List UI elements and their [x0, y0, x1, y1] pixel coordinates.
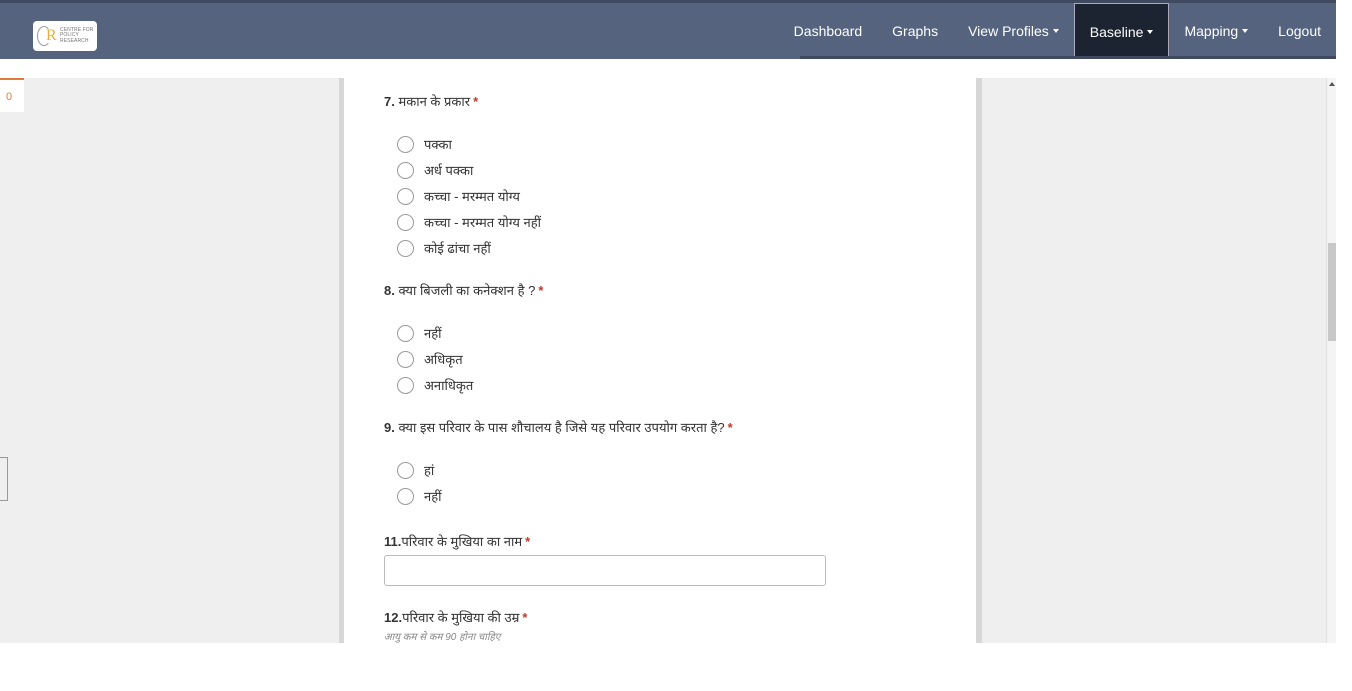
scrollbar-thumb[interactable]	[1328, 243, 1336, 341]
required-marker: *	[727, 420, 733, 435]
nav-mapping[interactable]: Mapping	[1169, 3, 1263, 59]
nav-graphs[interactable]: Graphs	[877, 3, 953, 59]
caret-down-icon	[1147, 29, 1154, 34]
top-navbar: R CENTRE FOR POLICY RESEARCH Dashboard G…	[0, 0, 1336, 59]
q9-option[interactable]: नहीं	[397, 487, 442, 505]
radio-button[interactable]	[397, 487, 414, 505]
left-panel-box	[0, 457, 8, 501]
radio-button[interactable]	[397, 187, 414, 205]
q8-option[interactable]: अधिकृत	[397, 350, 463, 368]
radio-button[interactable]	[397, 213, 414, 231]
main-nav: Dashboard Graphs View Profiles Baseline …	[779, 3, 1336, 59]
question-12-hint: आयु कम से कम 90 होना चाहिए	[384, 632, 501, 643]
caret-down-icon	[1242, 29, 1249, 33]
scroll-up-icon[interactable]	[1329, 82, 1335, 86]
logo-text: CENTRE FOR POLICY RESEARCH	[60, 26, 94, 44]
logo[interactable]: R CENTRE FOR POLICY RESEARCH	[33, 21, 97, 51]
q7-option[interactable]: कच्चा - मरम्मत योग्य	[397, 187, 520, 205]
question-11-label: 11.परिवार के मुखिया का नाम *	[384, 534, 531, 549]
right-panel	[982, 78, 1326, 643]
survey-form: 7. मकान के प्रकार * पक्का अर्ध पक्का कच्च…	[344, 78, 976, 643]
q8-option[interactable]: अनाधिकृत	[397, 376, 473, 394]
caret-down-icon	[1052, 29, 1059, 33]
left-tab[interactable]: 0	[0, 78, 24, 112]
radio-button[interactable]	[397, 461, 414, 479]
required-marker: *	[522, 610, 528, 625]
q7-option[interactable]: कोई ढांचा नहीं	[397, 239, 491, 257]
radio-button[interactable]	[397, 135, 414, 153]
nav-dashboard[interactable]: Dashboard	[779, 3, 878, 59]
required-marker: *	[538, 283, 544, 298]
q7-option[interactable]: कच्चा - मरम्मत योग्य नहीं	[397, 213, 541, 231]
radio-button[interactable]	[397, 324, 414, 342]
q7-option[interactable]: अर्ध पक्का	[397, 161, 473, 179]
radio-button[interactable]	[397, 239, 414, 257]
nav-underline	[800, 56, 1336, 59]
nav-baseline[interactable]: Baseline	[1073, 3, 1170, 59]
head-name-input[interactable]	[384, 555, 826, 586]
radio-button[interactable]	[397, 161, 414, 179]
q9-option[interactable]: हां	[397, 461, 434, 479]
logo-icon: R	[37, 25, 57, 47]
page-body: 0 7. मकान के प्रकार * पक्का अर्ध पक्का कच…	[0, 78, 1336, 643]
radio-button[interactable]	[397, 350, 414, 368]
required-marker: *	[473, 94, 479, 109]
radio-button[interactable]	[397, 376, 414, 394]
left-panel: 0	[0, 78, 339, 643]
q7-option[interactable]: पक्का	[397, 135, 452, 153]
question-12-label: 12.परिवार के मुखिया की उम्र *	[384, 610, 528, 625]
scrollbar[interactable]	[1326, 78, 1336, 643]
required-marker: *	[525, 534, 531, 549]
question-8-label: 8. क्या बिजली का कनेक्शन है ? *	[384, 283, 544, 298]
q8-option[interactable]: नहीं	[397, 324, 442, 342]
nav-view-profiles[interactable]: View Profiles	[953, 3, 1074, 59]
question-7-label: 7. मकान के प्रकार *	[384, 94, 479, 109]
question-9-label: 9. क्या इस परिवार के पास शौचालय है जिसे …	[384, 420, 733, 435]
nav-logout[interactable]: Logout	[1263, 3, 1336, 59]
